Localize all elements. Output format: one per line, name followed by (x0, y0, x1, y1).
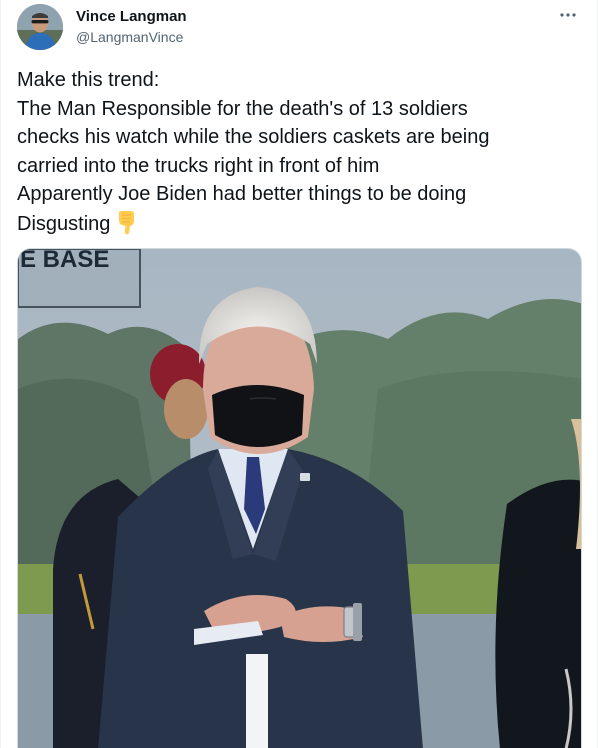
tweet-media-photo[interactable]: E BASE (17, 248, 582, 748)
tweet-text-line: The Man Responsible for the death's of 1… (17, 97, 468, 120)
sign-text: E BASE (20, 249, 109, 273)
tweet-text-last-line: Disgusting (17, 209, 583, 244)
tweet-text-line: Make this trend: (17, 69, 160, 91)
more-options-button[interactable] (555, 4, 581, 26)
author-info: Vince Langman @LangmanVince (76, 7, 187, 47)
tweet-text-line: Disgusting (17, 212, 111, 235)
tweet-text: Make this trend: The Man Responsible for… (17, 66, 583, 243)
author-handle[interactable]: @LangmanVince (76, 27, 187, 47)
tweet-card[interactable]: Vince Langman @LangmanVince Make this tr… (0, 0, 598, 748)
avatar-image (17, 4, 63, 50)
more-horizontal-icon (560, 13, 576, 17)
photo-image: E BASE (18, 249, 581, 748)
tweet-text-line: carried into the trucks right in front o… (17, 154, 380, 177)
tweet-text-line: checks his watch while the soldiers cask… (17, 126, 490, 148)
author-display-name[interactable]: Vince Langman (76, 7, 187, 26)
pointing-down-emoji-icon (116, 209, 138, 244)
tweet-text-line: Apparently Joe Biden had better things t… (17, 183, 467, 205)
avatar[interactable] (17, 4, 63, 50)
